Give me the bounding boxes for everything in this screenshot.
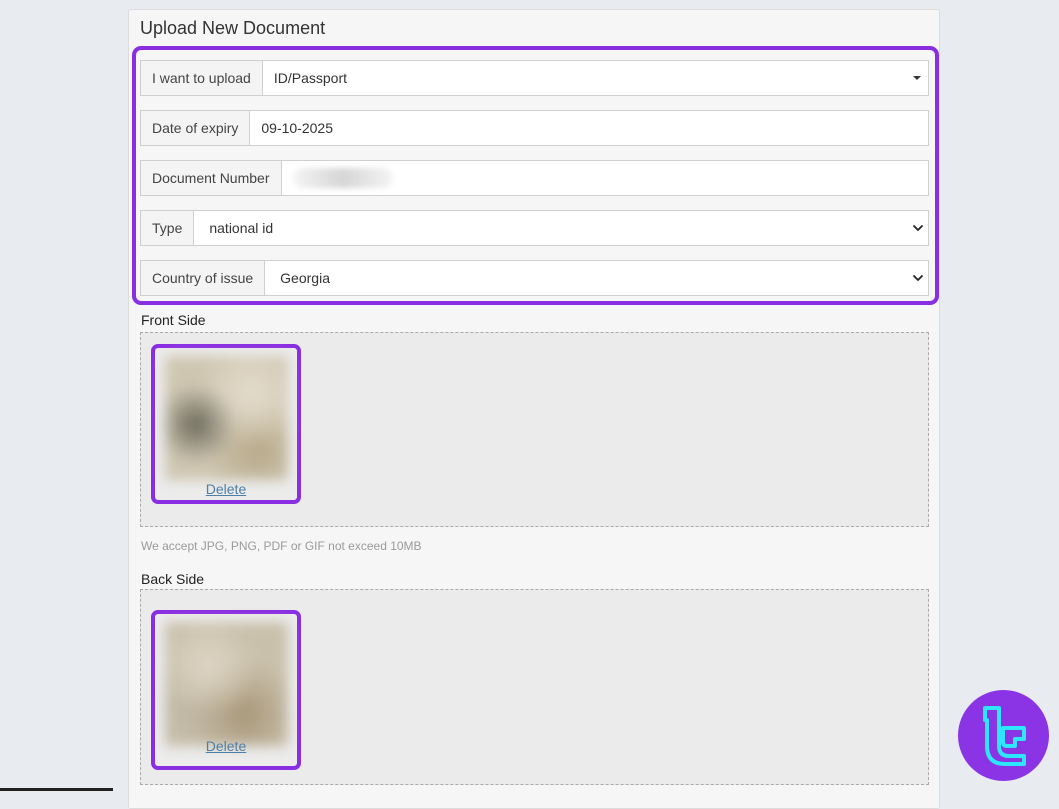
redacted-document-number	[292, 168, 393, 188]
expiry-date-text: 09-10-2025	[261, 120, 333, 136]
front-side-preview: Delete	[151, 344, 301, 504]
file-format-hint: We accept JPG, PNG, PDF or GIF not excee…	[141, 539, 422, 553]
country-select[interactable]: Country of issue Georgia	[140, 260, 929, 296]
back-side-label: Back Side	[141, 571, 205, 587]
type-value[interactable]: national id	[194, 211, 928, 245]
document-number-label: Document Number	[141, 161, 282, 195]
chevron-down-icon	[913, 275, 923, 281]
front-side-image	[165, 356, 288, 480]
type-text: national id	[209, 220, 274, 236]
document-number-input[interactable]	[282, 161, 929, 195]
caret-down-icon	[913, 76, 921, 80]
front-side-dropzone[interactable]: Delete	[140, 332, 929, 527]
expiry-date-label: Date of expiry	[141, 111, 251, 145]
tc-logo-icon	[983, 706, 1026, 766]
front-delete-link[interactable]: Delete	[155, 481, 297, 497]
upload-type-text: ID/Passport	[273, 70, 347, 86]
document-number-field[interactable]: Document Number	[140, 160, 929, 196]
type-label: Type	[141, 211, 195, 245]
chevron-down-icon	[913, 225, 923, 231]
upload-document-panel: Upload New Document I want to upload ID/…	[128, 9, 940, 809]
back-side-image	[165, 622, 288, 746]
front-side-label: Front Side	[141, 312, 206, 328]
country-text: Georgia	[280, 270, 330, 286]
back-side-dropzone[interactable]: Delete	[140, 589, 929, 785]
panel-title: Upload New Document	[140, 18, 326, 38]
country-value[interactable]: Georgia	[265, 261, 928, 295]
type-select[interactable]: Type national id	[140, 210, 929, 246]
expiry-date-field[interactable]: Date of expiry 09-10-2025	[140, 110, 929, 146]
upload-type-label: I want to upload	[141, 61, 263, 95]
back-delete-link[interactable]: Delete	[155, 738, 297, 754]
brand-logo	[958, 690, 1049, 781]
upload-type-value[interactable]: ID/Passport	[263, 61, 928, 95]
back-side-preview: Delete	[151, 610, 301, 770]
upload-type-select[interactable]: I want to upload ID/Passport	[140, 60, 929, 96]
country-label: Country of issue	[141, 261, 266, 295]
expiry-date-input[interactable]: 09-10-2025	[250, 111, 928, 145]
